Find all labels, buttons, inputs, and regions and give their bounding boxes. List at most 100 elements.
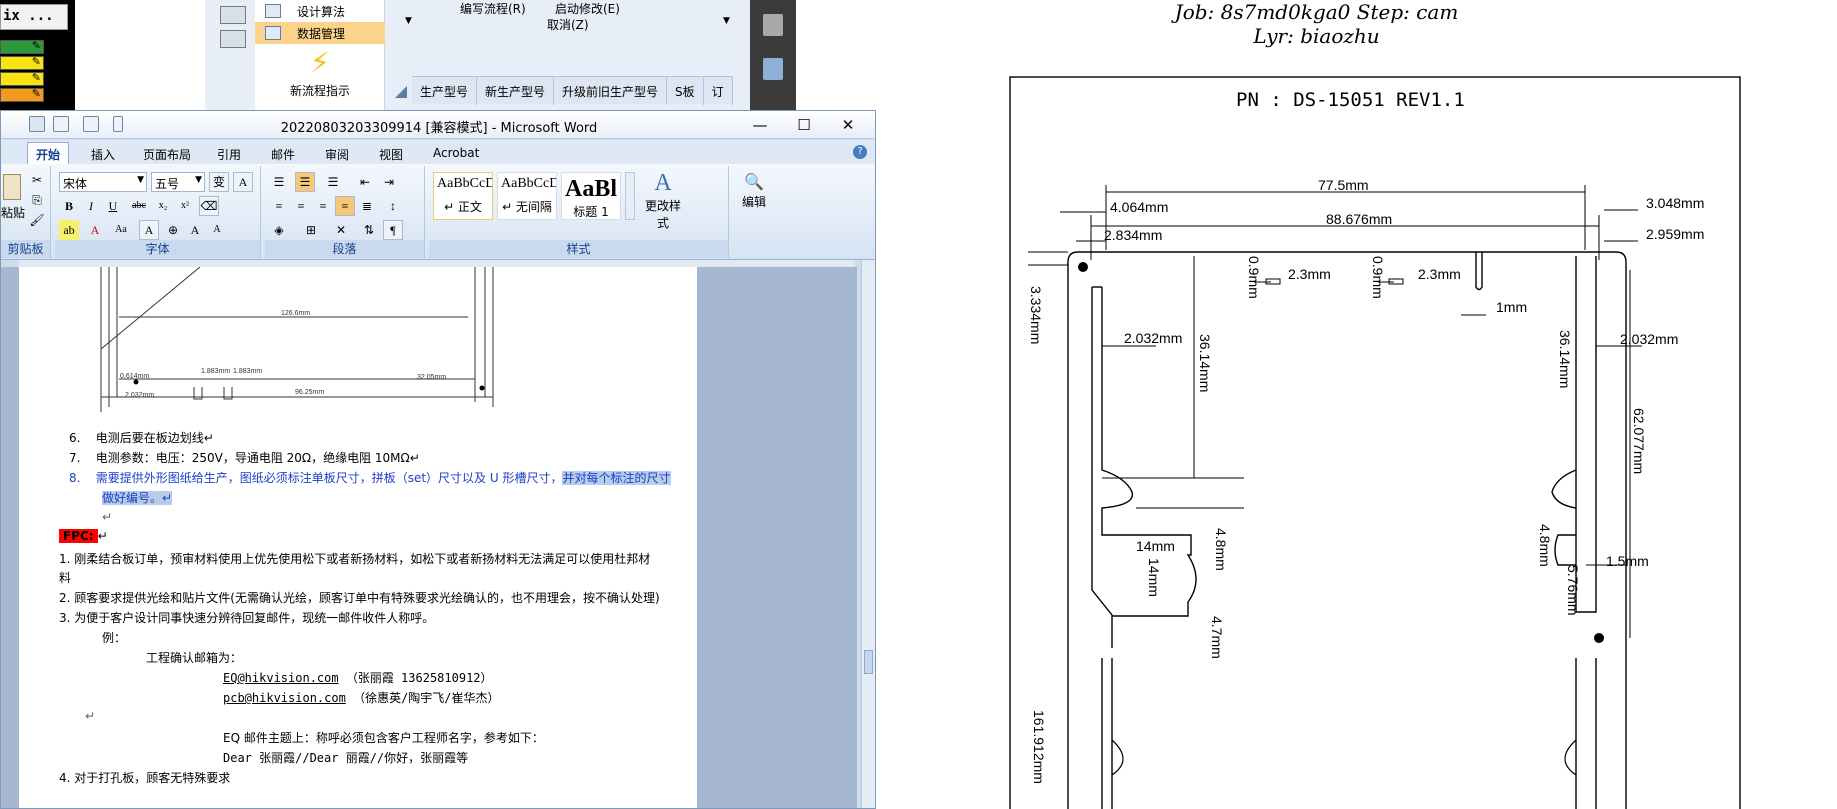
highlight-icon[interactable]: ab <box>59 220 79 240</box>
paragraph: EQ 邮件主题上：称呼必须包含客户工程师名字，参考如下： <box>223 731 544 745</box>
dim-label: 36.14mm <box>1557 330 1573 388</box>
cancel-command[interactable]: 取消(Z) <box>547 16 589 33</box>
paste-icon[interactable] <box>3 174 21 200</box>
style-sample: AaBbCcDc <box>501 176 556 191</box>
tab-page-layout[interactable]: 页面布局 <box>135 143 199 166</box>
font-name-combo[interactable]: 宋体 ▼ <box>59 172 147 192</box>
pinyin-guide-icon[interactable]: 变 <box>209 172 229 192</box>
decrease-indent-icon[interactable]: ⇤ <box>355 172 375 192</box>
grow-font-icon[interactable]: A <box>185 220 205 240</box>
horizontal-ruler[interactable] <box>19 260 855 267</box>
bold-button[interactable]: B <box>59 196 79 216</box>
change-styles-button[interactable]: A 更改样式 <box>641 170 685 231</box>
start-modify-command[interactable]: 启动修改(E) <box>555 0 620 17</box>
font-group: 宋体 ▼ 五号 ▼ 变 A B I U abc x₂ x² ⌫ ab A Aa A … <box>55 166 261 258</box>
tab-references[interactable]: 引用 <box>209 143 249 166</box>
strikethrough-button[interactable]: abc <box>129 196 149 216</box>
tab-mailings[interactable]: 邮件 <box>263 143 303 166</box>
close-button[interactable]: ✕ <box>831 115 865 135</box>
borders-icon[interactable]: ⊞ <box>301 220 321 240</box>
grid-header-cell[interactable]: 升级前旧生产型号 <box>554 77 668 105</box>
document-page[interactable]: 126.6mm 0.614mm 1.883mm 1.883mm 2.032mm … <box>19 267 697 808</box>
line-spacing-icon[interactable]: ↕ <box>383 196 403 216</box>
fpc-label: FPC: <box>59 529 98 543</box>
minimize-button[interactable]: — <box>743 115 777 135</box>
edit-flow-command[interactable]: 编写流程(R) <box>460 0 526 17</box>
shading-icon[interactable]: ◈ <box>269 220 289 240</box>
dim-label: 2.3mm <box>1418 266 1461 282</box>
style-normal[interactable]: AaBbCcDc ↵ 正文 <box>433 172 493 220</box>
grid-header-cell[interactable]: S板 <box>667 77 704 105</box>
editing-label: 编辑 <box>741 195 766 209</box>
email-link[interactable]: EQ@hikvision.com <box>223 671 339 685</box>
help-icon[interactable]: ? <box>853 145 867 159</box>
dim-label: 2.032mm <box>1124 330 1182 346</box>
calculator-icon[interactable] <box>220 6 246 24</box>
italic-button[interactable]: I <box>81 196 101 216</box>
sort-icon[interactable]: ⇅ <box>359 220 379 240</box>
editing-button[interactable]: 🔍 编辑 <box>737 172 771 210</box>
left-app-row[interactable]: ✎ <box>0 87 44 102</box>
dim-label: 1.883mm <box>201 368 230 375</box>
change-case-icon[interactable]: Aa <box>111 220 131 240</box>
left-app-row[interactable]: ✎ <box>0 39 44 54</box>
dropdown-arrow-icon[interactable]: ▼ <box>405 16 412 26</box>
paste-label[interactable]: 粘贴 <box>1 204 25 221</box>
justify-icon[interactable]: ≡ <box>335 196 355 216</box>
numbering-icon[interactable]: ☰ <box>295 172 315 192</box>
database-icon[interactable] <box>220 30 246 48</box>
align-center-icon[interactable]: ≡ <box>291 196 311 216</box>
chinese-layout-icon[interactable]: ✕ <box>331 220 351 240</box>
align-left-icon[interactable]: ≡ <box>269 196 289 216</box>
subscript-button[interactable]: x₂ <box>153 196 173 216</box>
style-heading-1[interactable]: AaBl 标题 1 <box>561 172 621 220</box>
left-app-row[interactable]: ✎ <box>0 55 44 70</box>
clear-format-icon[interactable]: ⌫ <box>199 196 219 216</box>
dim-label: 2.3mm <box>1288 266 1331 282</box>
bookmark-icon[interactable] <box>763 58 783 80</box>
style-sample: AaBl <box>565 176 618 202</box>
vertical-scrollbar[interactable] <box>861 260 875 808</box>
increase-indent-icon[interactable]: ⇥ <box>379 172 399 192</box>
styles-scroll[interactable] <box>625 172 635 220</box>
style-no-spacing[interactable]: AaBbCcDc ↵ 无间隔 <box>497 172 557 220</box>
dim-label: 77.5mm <box>1318 177 1369 193</box>
show-marks-icon[interactable]: ¶ <box>383 220 403 240</box>
grid-header-cell[interactable]: 生产型号 <box>412 77 478 105</box>
grid-header-cell[interactable]: 新生产型号 <box>477 77 555 105</box>
email-line: pcb@hikvision.com （徐惠英/陶宇飞/崔华杰） <box>223 689 500 706</box>
char-shading-icon[interactable]: A <box>139 220 159 240</box>
dim-label: 3.334mm <box>1028 286 1044 344</box>
superscript-button[interactable]: x² <box>175 196 195 216</box>
copy-icon[interactable]: ⎘ <box>27 190 47 210</box>
scrollbar-thumb[interactable] <box>864 650 873 674</box>
format-painter-icon[interactable]: 🖌 <box>27 210 47 230</box>
email-link[interactable]: pcb@hikvision.com <box>223 691 346 705</box>
tab-home[interactable]: 开始 <box>27 142 70 165</box>
tab-review[interactable]: 审阅 <box>317 143 357 166</box>
cut-icon[interactable]: ✂ <box>27 170 47 190</box>
tab-acrobat[interactable]: Acrobat <box>425 143 487 163</box>
menu-item-design-algorithm[interactable]: 设计算法 <box>255 0 385 22</box>
align-right-icon[interactable]: ≡ <box>313 196 333 216</box>
dropdown-arrow-icon[interactable]: ▼ <box>723 16 730 26</box>
new-flow-button[interactable]: ⚡ 新流程指示 <box>255 48 385 99</box>
shrink-font-icon[interactable]: A <box>207 220 227 240</box>
tab-insert[interactable]: 插入 <box>83 143 123 166</box>
change-styles-label: 更改样式 <box>644 199 681 230</box>
distributed-icon[interactable]: ≣ <box>357 196 377 216</box>
multilevel-list-icon[interactable]: ☰ <box>323 172 343 192</box>
font-size-combo[interactable]: 五号 ▼ <box>151 172 205 192</box>
grid-header-cell[interactable]: 订 <box>704 77 733 105</box>
underline-button[interactable]: U <box>103 196 123 216</box>
bullets-icon[interactable]: ☰ <box>269 172 289 192</box>
dim-label: 62.077mm <box>1631 408 1647 474</box>
tab-view[interactable]: 视图 <box>371 143 411 166</box>
menu-item-data-management[interactable]: 数据管理 <box>255 22 385 44</box>
left-app-row[interactable]: ✎ <box>0 71 44 86</box>
char-border-icon[interactable]: A <box>233 172 253 192</box>
page-thumbnail-icon[interactable] <box>763 14 783 36</box>
font-color-icon[interactable]: A <box>85 220 105 240</box>
enclose-char-icon[interactable]: ⊕ <box>163 220 183 240</box>
maximize-button[interactable]: ☐ <box>787 115 821 135</box>
